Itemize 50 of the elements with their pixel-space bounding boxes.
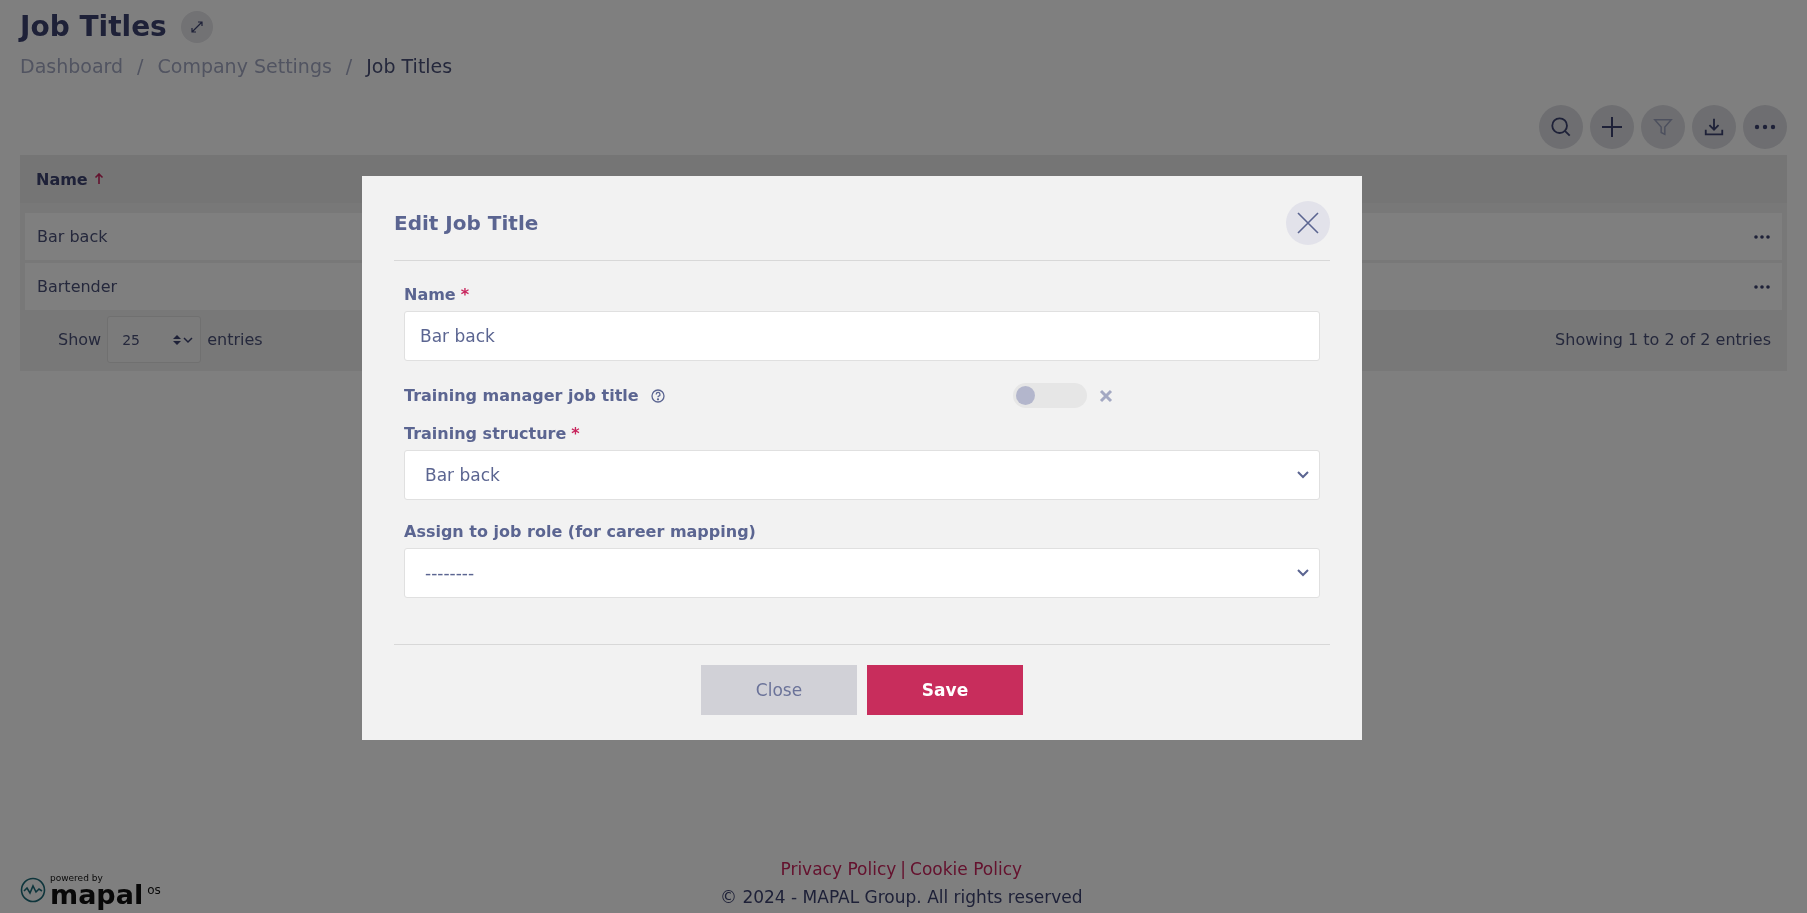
more-icon[interactable]: [1754, 284, 1770, 289]
name-field[interactable]: Bar back: [404, 311, 1320, 361]
cookie-policy-link[interactable]: Cookie Policy: [910, 859, 1023, 879]
select-field[interactable]: Bar back: [404, 450, 1320, 500]
filter-icon: [1652, 116, 1674, 138]
privacy-policy-link[interactable]: Privacy Policy: [780, 859, 897, 879]
select-field[interactable]: --------: [404, 548, 1320, 598]
required-mark: *: [571, 424, 580, 443]
plus-icon: [1600, 115, 1624, 139]
download-button[interactable]: [1692, 105, 1736, 149]
help-icon[interactable]: [650, 388, 665, 403]
field-label: Assign to job role (for career mapping): [404, 522, 756, 541]
logo-icon: [20, 877, 46, 903]
dialog-title: Edit Job Title: [394, 211, 539, 235]
breadcrumb-item: Job Titles: [366, 55, 453, 77]
save-button[interactable]: Save: [867, 665, 1023, 715]
field-label: Training manager job title: [404, 386, 639, 405]
copyright-text: © 2024 - MAPAL Group. All rights reserved: [720, 887, 1083, 907]
close-button[interactable]: [1286, 201, 1330, 245]
breadcrumb-separator: /: [345, 55, 353, 77]
chevron-down-icon: [1297, 569, 1309, 577]
more-icon: [1754, 124, 1776, 130]
field-label: Training structure: [404, 424, 567, 443]
search-button[interactable]: [1539, 105, 1583, 149]
show-label: Show: [58, 330, 102, 349]
chevron-down-icon: [1297, 471, 1309, 479]
table-cell: Bartender: [37, 277, 118, 296]
field-label: Name: [404, 285, 456, 304]
sort-caret-icon: [172, 333, 195, 346]
pagination-info: Showing 1 to 2 of 2 entries: [1555, 330, 1771, 349]
cross-icon: [1099, 388, 1113, 403]
logo-caption: powered by: [50, 873, 104, 883]
link-separator: |: [900, 859, 907, 879]
download-icon: [1703, 116, 1725, 138]
entries-label: entries: [207, 330, 263, 349]
table-cell: Bar back: [37, 227, 108, 246]
more-button[interactable]: [1743, 105, 1787, 149]
search-icon: [1550, 116, 1572, 138]
column-header[interactable]: Name: [36, 169, 88, 189]
breadcrumb-separator: /: [137, 55, 144, 77]
toggle-switch[interactable]: [1013, 383, 1087, 408]
logo-suffix: os: [147, 883, 161, 897]
expand-icon[interactable]: [180, 10, 213, 43]
add-button[interactable]: [1590, 105, 1634, 149]
required-mark: *: [460, 285, 470, 304]
close-button[interactable]: Close: [701, 665, 857, 715]
page-size-select[interactable]: 25: [107, 316, 202, 363]
more-icon[interactable]: [1754, 234, 1770, 239]
page-title: Job Titles: [20, 10, 167, 43]
close-icon: [1297, 212, 1319, 234]
